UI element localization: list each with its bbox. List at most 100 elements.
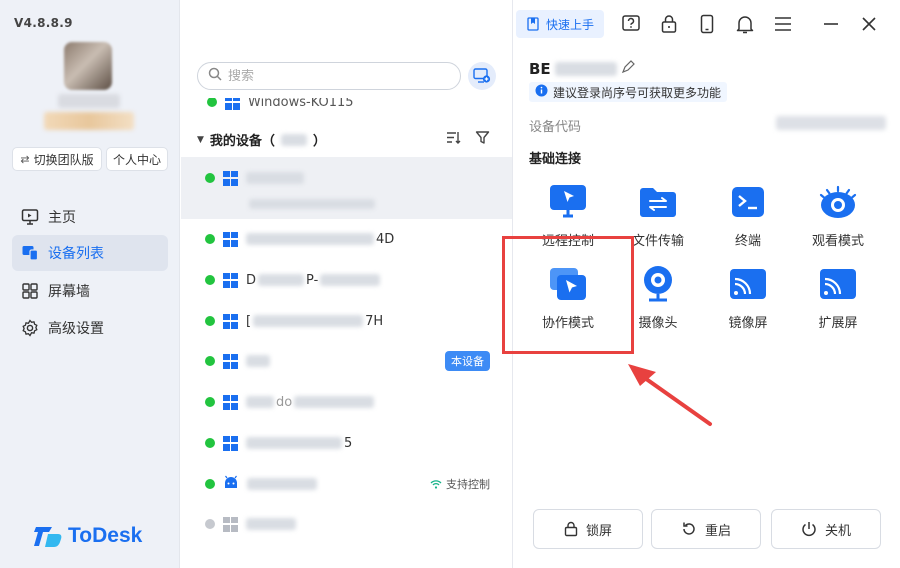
lock-screen-button[interactable]: 锁屏 (533, 509, 643, 549)
sidebar: V4.8.8.9 ⇄ 切换团队版 个人中心 主页 设备列表 屏幕墙 高级设置 T… (0, 0, 180, 568)
device-name: [ 7H (246, 314, 383, 329)
device-name-blurred (246, 172, 304, 184)
table-row[interactable]: [ 7H (181, 301, 512, 341)
app-version: V4.8.8.9 (14, 16, 73, 30)
terminal-button[interactable]: 终端 (703, 182, 793, 260)
sidebar-item-label: 设备列表 (48, 246, 104, 262)
device-name: 5 (246, 436, 352, 451)
online-dot (205, 316, 215, 326)
device-name-blurred (253, 315, 364, 327)
personal-center-button[interactable]: 个人中心 (106, 147, 168, 171)
login-hint[interactable]: 建议登录尚序号可获取更多功能 (529, 82, 728, 102)
search-box[interactable] (197, 62, 461, 90)
device-name-blurred (246, 518, 296, 530)
online-dot (205, 438, 215, 448)
support-control-badge: 支持控制 (430, 476, 490, 492)
avatar[interactable] (64, 42, 112, 90)
extend-screen-button[interactable]: 扩展屏 (793, 264, 883, 342)
extend-screen-icon (818, 264, 858, 304)
search-input[interactable] (228, 68, 428, 84)
devices-icon (20, 243, 40, 263)
device-name-blurred (246, 437, 342, 449)
phone-icon[interactable] (696, 13, 718, 35)
table-row[interactable]: do (181, 382, 512, 422)
windows-icon (223, 435, 238, 451)
device-name-mid: P- (306, 272, 319, 288)
tile-label: 扩展屏 (818, 316, 858, 331)
list-item[interactable]: Windows-KO115 (207, 98, 354, 110)
sort-icon[interactable] (446, 130, 461, 149)
quick-start-button[interactable]: 快速上手 (515, 10, 604, 38)
filter-icon[interactable] (475, 130, 490, 149)
device-name-blurred (246, 355, 270, 367)
close-icon[interactable] (858, 13, 880, 35)
table-row[interactable]: 支持控制 (181, 464, 512, 504)
monitor-icon (20, 207, 40, 227)
tile-label: 观看模式 (811, 234, 864, 249)
add-device-button[interactable] (468, 62, 496, 90)
device-title: BE (529, 60, 635, 78)
highlight-box (502, 236, 634, 354)
online-dot (207, 98, 217, 107)
minimize-icon[interactable] (820, 13, 842, 35)
group-tools (446, 130, 490, 149)
terminal-icon (728, 182, 768, 222)
gear-icon (20, 318, 40, 338)
sidebar-item-label: 主页 (48, 210, 76, 226)
android-icon (223, 475, 239, 493)
device-name-blurred (247, 478, 317, 490)
table-row[interactable]: 本设备 (181, 341, 512, 381)
table-row[interactable] (181, 157, 512, 219)
menu-icon[interactable] (772, 13, 794, 35)
windows-icon (223, 231, 238, 247)
sidebar-item-devices[interactable]: 设备列表 (12, 235, 168, 271)
swap-icon: ⇄ (20, 152, 30, 166)
lock-icon[interactable] (658, 13, 680, 35)
group-count-blurred (280, 133, 307, 146)
device-name-suffix: 4D (376, 231, 395, 247)
watch-mode-button[interactable]: 观看模式 (793, 182, 883, 260)
power-icon (802, 522, 816, 537)
device-name-blurred (246, 233, 374, 245)
file-transfer-icon (638, 182, 678, 222)
device-list-panel: Windows-KO115 ▼ 我的设备（ ） 4D D (181, 0, 513, 568)
grid-icon (20, 281, 40, 301)
edit-name-icon[interactable] (621, 60, 635, 78)
restart-label: 重启 (704, 523, 731, 539)
todesk-logo: ToDesk (34, 524, 142, 548)
caret-down-icon: ▼ (197, 134, 204, 145)
table-row[interactable]: D P- (181, 260, 512, 300)
online-dot (205, 356, 215, 366)
device-name: D P- (246, 272, 381, 288)
user-name-blurred (58, 94, 120, 108)
windows-icon (223, 170, 238, 186)
switch-team-button[interactable]: ⇄ 切换团队版 (12, 147, 102, 171)
restart-button[interactable]: 重启 (651, 509, 761, 549)
windows-icon (223, 313, 238, 329)
windows-icon (223, 394, 238, 410)
logo-text: ToDesk (68, 524, 143, 547)
bell-icon[interactable] (734, 13, 756, 35)
group-title-end: ） (312, 134, 326, 149)
help-icon[interactable] (620, 13, 642, 35)
add-device-icon (473, 68, 491, 83)
table-row[interactable] (181, 504, 512, 544)
mirror-screen-button[interactable]: 镜像屏 (703, 264, 793, 342)
device-name: do (246, 395, 375, 410)
device-title-text: BE (529, 60, 551, 78)
sidebar-item-screen-wall[interactable]: 屏幕墙 (12, 273, 168, 309)
device-group-header[interactable]: ▼ 我的设备（ ） (197, 130, 326, 149)
table-row[interactable]: 5 (181, 423, 512, 463)
login-hint-text: 建议登录尚序号可获取更多功能 (553, 85, 722, 100)
device-name-blurred (258, 274, 305, 286)
device-code-label: 设备代码 (529, 120, 582, 135)
sidebar-item-advanced-settings[interactable]: 高级设置 (12, 310, 168, 346)
shutdown-button[interactable]: 关机 (771, 509, 881, 549)
sidebar-item-home[interactable]: 主页 (12, 199, 168, 235)
table-row[interactable]: 4D (181, 219, 512, 259)
window-top-bar: 快速上手 (515, 8, 900, 40)
red-arrow-annotation (628, 364, 712, 426)
device-name: 4D (246, 232, 394, 247)
windows-icon (223, 272, 238, 288)
offline-dot (205, 519, 215, 529)
